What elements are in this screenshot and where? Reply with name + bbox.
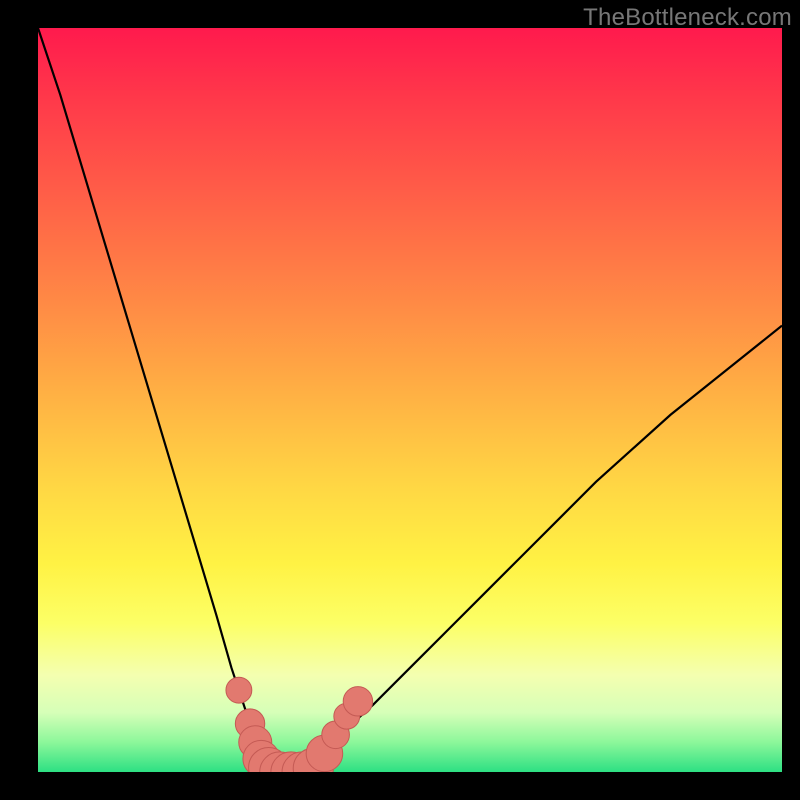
marker-dot	[343, 687, 372, 716]
watermark-text: TheBottleneck.com	[583, 4, 792, 32]
plot-area	[38, 28, 782, 772]
left-curve	[38, 28, 284, 771]
markers	[226, 677, 373, 772]
marker-dot	[226, 677, 252, 703]
chart-svg	[38, 28, 782, 772]
chart-frame: TheBottleneck.com	[0, 0, 800, 800]
